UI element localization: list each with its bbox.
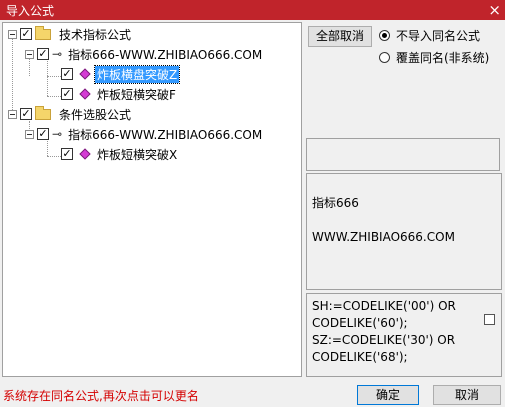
tree-group-label: 条件选股公式: [59, 107, 132, 122]
formula-tree[interactable]: ✓ 技术指标公式 ✓ ⊸ 指标666-WWW.ZHIBIAO666.COM ✓ …: [2, 22, 302, 377]
tree-connector: [47, 156, 61, 157]
info-line-2: WWW.ZHIBIAO666.COM: [312, 230, 455, 244]
code-panel[interactable]: SH:=CODELIKE('00') OR CODELIKE('60'); SZ…: [306, 293, 502, 377]
info-line-1: 指标666: [312, 196, 359, 210]
radio-no-import[interactable]: 不导入同名公式: [379, 27, 480, 44]
tree-item[interactable]: ✓ 炸板短横突破X: [61, 145, 179, 163]
tree-connector: [12, 38, 13, 114]
title-bar: 导入公式 ×: [0, 0, 505, 20]
key-icon: ⊸: [52, 47, 63, 61]
tree-item[interactable]: ✓ 炸板横盘突破Z: [61, 64, 181, 84]
code-text: SH:=CODELIKE('00') OR CODELIKE('60'); SZ…: [312, 299, 456, 364]
radio-button-selected[interactable]: [379, 30, 390, 41]
collapse-icon[interactable]: [25, 129, 34, 139]
tree-formula-label: 指标666-WWW.ZHIBIAO666.COM: [68, 127, 263, 142]
tree-item-label: 炸板横盘突破Z: [93, 64, 181, 84]
item-checkbox[interactable]: ✓: [61, 88, 73, 100]
formula-checkbox[interactable]: ✓: [37, 128, 49, 140]
cancel-button[interactable]: 取消: [433, 385, 501, 405]
ok-button[interactable]: 确定: [357, 385, 419, 405]
collapse-icon[interactable]: [8, 29, 17, 39]
tree-group-label: 技术指标公式: [59, 27, 132, 42]
window-title: 导入公式: [6, 4, 55, 18]
code-checkbox[interactable]: [484, 314, 495, 325]
formula-diamond-icon: [79, 148, 91, 160]
folder-icon: [35, 105, 51, 120]
folder-icon: [35, 25, 51, 40]
info-text: 指标666 WWW.ZHIBIAO666.COM: [312, 178, 455, 263]
close-icon[interactable]: ×: [488, 0, 501, 20]
radio-overwrite[interactable]: 覆盖同名(非系统): [379, 49, 489, 66]
tree-formula-label: 指标666-WWW.ZHIBIAO666.COM: [68, 47, 263, 62]
tree-connector: [47, 61, 48, 96]
tree-group-screening[interactable]: ✓ 条件选股公式: [8, 105, 133, 123]
formula-checkbox[interactable]: ✓: [37, 48, 49, 60]
item-checkbox[interactable]: ✓: [61, 68, 73, 80]
collapse-icon[interactable]: [25, 49, 34, 59]
status-message: 系统存在同名公式,再次点击可以更名: [3, 389, 199, 403]
tree-connector: [47, 96, 61, 97]
key-icon: ⊸: [52, 127, 63, 141]
tree-item-label: 炸板短横突破F: [97, 87, 176, 102]
radio-label: 不导入同名公式: [396, 29, 481, 43]
empty-panel: [306, 138, 500, 171]
tree-formula-node[interactable]: ✓ ⊸ 指标666-WWW.ZHIBIAO666.COM: [25, 45, 264, 63]
formula-diamond-icon: [79, 88, 91, 100]
radio-button[interactable]: [379, 52, 390, 63]
radio-label: 覆盖同名(非系统): [396, 51, 490, 65]
collapse-icon[interactable]: [8, 109, 17, 119]
item-checkbox[interactable]: ✓: [61, 148, 73, 160]
group-checkbox[interactable]: ✓: [20, 28, 32, 40]
cancel-all-button[interactable]: 全部取消: [308, 26, 372, 47]
tree-group-technical[interactable]: ✓ 技术指标公式: [8, 25, 133, 43]
info-panel: 指标666 WWW.ZHIBIAO666.COM: [306, 173, 502, 290]
tree-item-label: 炸板短横突破X: [97, 147, 178, 162]
tree-connector: [47, 76, 61, 77]
formula-diamond-icon: [79, 68, 91, 80]
tree-connector: [47, 141, 48, 156]
group-checkbox[interactable]: ✓: [20, 108, 32, 120]
tree-formula-node[interactable]: ✓ ⊸ 指标666-WWW.ZHIBIAO666.COM: [25, 125, 264, 143]
tree-item[interactable]: ✓ 炸板短横突破F: [61, 85, 178, 103]
